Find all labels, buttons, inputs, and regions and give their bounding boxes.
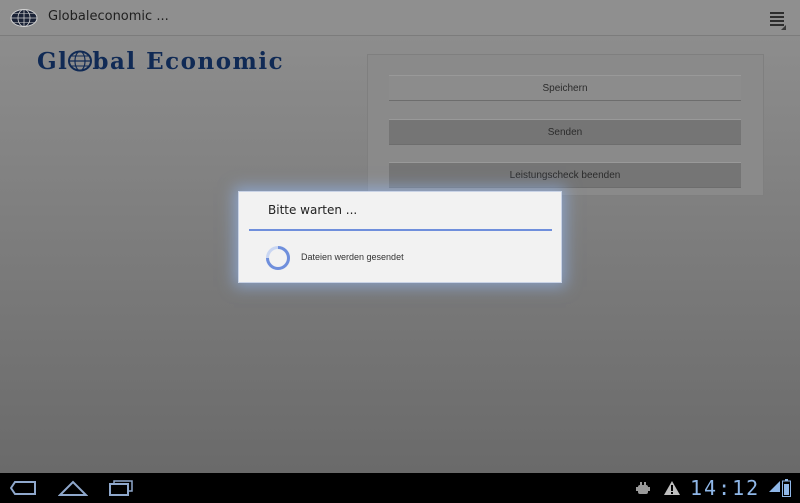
recent-apps-icon[interactable]	[108, 479, 134, 497]
home-icon[interactable]	[58, 479, 88, 497]
loading-spinner-icon	[266, 246, 290, 270]
logo-globe-icon	[68, 50, 93, 72]
global-economic-logo: Gl bal Economic	[37, 48, 284, 75]
screen: Globaleconomic ... Gl bal Economic Speic…	[0, 0, 800, 503]
logo-text-end: bal Economic	[92, 48, 285, 75]
logo-text-start: Gl	[37, 48, 69, 75]
usb-debugging-icon	[636, 482, 650, 494]
dialog-divider	[249, 229, 552, 231]
clock[interactable]: 14:12	[690, 476, 760, 500]
signal-icon	[769, 481, 780, 492]
end-check-button[interactable]: Leistungscheck beenden	[389, 162, 741, 188]
action-panel: Speichern Senden Leistungscheck beenden	[367, 54, 764, 196]
dialog-title: Bitte warten ...	[268, 203, 358, 217]
battery-icon	[782, 479, 791, 497]
globe-app-icon[interactable]	[10, 8, 38, 28]
send-button[interactable]: Senden	[389, 119, 741, 145]
app-title: Globaleconomic ...	[48, 9, 169, 24]
system-bar: 14:12	[0, 473, 800, 503]
save-button[interactable]: Speichern	[389, 75, 741, 101]
back-icon[interactable]	[10, 479, 38, 497]
progress-dialog: Bitte warten ... Dateien werden gesendet	[238, 191, 562, 283]
action-bar: Globaleconomic ...	[0, 0, 800, 36]
dialog-message: Dateien werden gesendet	[301, 252, 404, 262]
overflow-menu-icon[interactable]	[768, 9, 788, 31]
warning-icon	[664, 481, 680, 495]
